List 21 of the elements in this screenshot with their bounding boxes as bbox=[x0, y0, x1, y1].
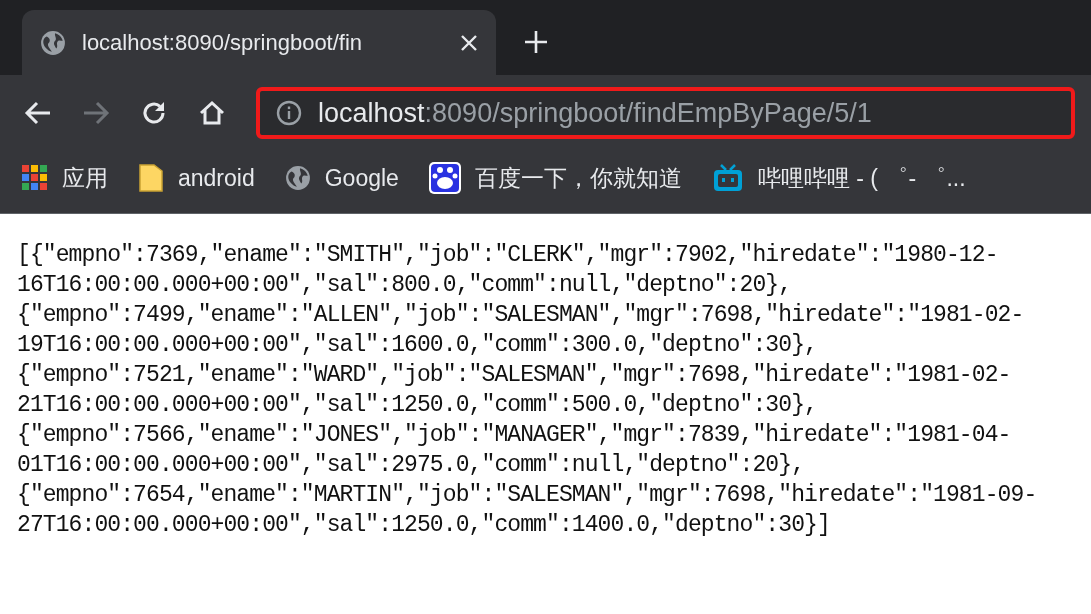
close-icon[interactable] bbox=[460, 33, 478, 52]
bookmark[interactable]: 百度一下，你就知道 bbox=[428, 160, 682, 196]
globe-icon bbox=[40, 29, 66, 56]
address-bar[interactable]: localhost:8090/springboot/findEmpByPage/5/1 bbox=[256, 87, 1075, 139]
url-text: localhost:8090/springboot/findEmpByPage/5/1 bbox=[318, 96, 872, 130]
bookmark[interactable]: android bbox=[138, 160, 255, 196]
browser-tab[interactable]: localhost:8090/springboot/fin bbox=[22, 10, 496, 75]
forward-arrow-icon bbox=[82, 100, 110, 126]
folder-icon bbox=[138, 163, 164, 193]
info-icon bbox=[276, 100, 302, 126]
json-response-text: [{"empno":7369,"ename":"SMITH","job":"CLERK","mgr":7902,"hiredate":"1980-12- 16T16:00:00.000+00:00","sal":800.0,"comm":null,"deptno":20}, {"empno":7499,"ename":"ALLEN","job":"SALESMAN","mgr":7698,"hiredate":"1981-02- 19T16:00:00.000+00:00","sal":1600.0,"comm":300.0,"deptno":30}, {"empno":7521,"ename":"WARD","job":"SALESMAN","mgr":7698,"hiredate":"1981-02- 21T16:00:00.000+00:00","sal":1250.0,"comm":500.0,"deptno":30}, {"empno":7566,"ename":"JONES","job":"MANAGER","mgr":7839,"hiredate":"1981-04- 01T16:00:00.000+00:00","sal":2975.0,"comm":null,"deptno":20}, {"empno":7654,"ename":"MARTIN","job":"SALESMAN","mgr":7698,"hiredate":"1981-09- 27T16:00:00.000+00:00","sal":1250.0,"comm":1400.0,"deptno":30}] bbox=[16, 241, 1038, 540]
globe-icon bbox=[284, 165, 311, 191]
tv-icon bbox=[711, 163, 744, 193]
bookmark[interactable]: Google bbox=[284, 160, 399, 196]
home-icon bbox=[198, 100, 226, 126]
bookmark[interactable]: 应用 bbox=[22, 160, 108, 196]
bookmark[interactable]: 哔哩哔哩 - ( ゜- ゜... bbox=[711, 160, 966, 196]
back-arrow-icon bbox=[24, 100, 52, 126]
apps-grid-icon bbox=[22, 165, 48, 191]
paw-icon bbox=[428, 162, 461, 194]
plus-icon bbox=[524, 29, 548, 54]
